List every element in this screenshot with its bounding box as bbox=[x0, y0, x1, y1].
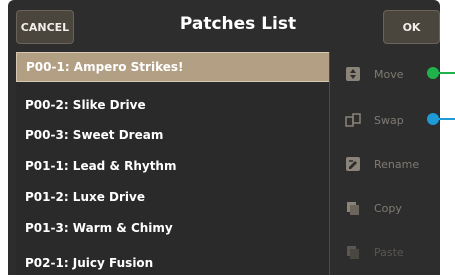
rename-icon bbox=[344, 155, 362, 173]
patches-list-dialog: CANCEL Patches List OK P00-1: Ampero Str… bbox=[8, 0, 440, 275]
move-icon bbox=[344, 65, 362, 83]
swap-action[interactable]: Swap bbox=[344, 110, 404, 130]
ok-button[interactable]: OK bbox=[383, 10, 440, 44]
patch-label: P01-3: Warm & Chimy bbox=[25, 221, 173, 235]
copy-icon bbox=[344, 199, 362, 217]
patch-label: P01-1: Lead & Rhythm bbox=[25, 159, 177, 173]
move-label: Move bbox=[374, 67, 404, 81]
panel-divider bbox=[329, 52, 330, 275]
patch-label: P00-1: Ampero Strikes! bbox=[26, 60, 184, 74]
copy-action[interactable]: Copy bbox=[344, 198, 402, 218]
screenshot: CANCEL Patches List OK P00-1: Ampero Str… bbox=[0, 0, 455, 275]
patch-row[interactable]: P01-2: Luxe Drive bbox=[16, 182, 330, 212]
cancel-button[interactable]: CANCEL bbox=[16, 10, 74, 44]
move-action[interactable]: Move bbox=[344, 64, 404, 84]
patch-label: P00-3: Sweet Dream bbox=[25, 128, 164, 142]
patch-label: P01-2: Luxe Drive bbox=[25, 190, 145, 204]
patch-row[interactable]: P00-3: Sweet Dream bbox=[16, 120, 330, 150]
copy-label: Copy bbox=[374, 201, 402, 215]
patch-row[interactable]: P01-1: Lead & Rhythm bbox=[16, 151, 330, 181]
swap-callout-line bbox=[437, 118, 455, 120]
patch-label: P02-1: Juicy Fusion bbox=[25, 256, 154, 270]
paste-label: Paste bbox=[374, 245, 404, 259]
swap-icon bbox=[344, 111, 362, 129]
paste-icon bbox=[344, 243, 362, 261]
move-callout-line bbox=[437, 72, 455, 74]
patch-row[interactable]: P01-3: Warm & Chimy bbox=[16, 213, 330, 243]
swap-label: Swap bbox=[374, 113, 404, 127]
patch-row[interactable]: P02-1: Juicy Fusion bbox=[16, 248, 330, 278]
dialog-title: Patches List bbox=[179, 14, 297, 34]
patch-label: P00-2: Slike Drive bbox=[25, 98, 146, 112]
rename-action[interactable]: Rename bbox=[344, 154, 419, 174]
patch-row[interactable]: P00-2: Slike Drive bbox=[16, 90, 330, 120]
patch-row-selected[interactable]: P00-1: Ampero Strikes! bbox=[16, 52, 330, 82]
patch-list[interactable]: P00-1: Ampero Strikes! P00-2: Slike Driv… bbox=[16, 52, 330, 275]
paste-action[interactable]: Paste bbox=[344, 242, 404, 262]
rename-label: Rename bbox=[374, 157, 420, 171]
